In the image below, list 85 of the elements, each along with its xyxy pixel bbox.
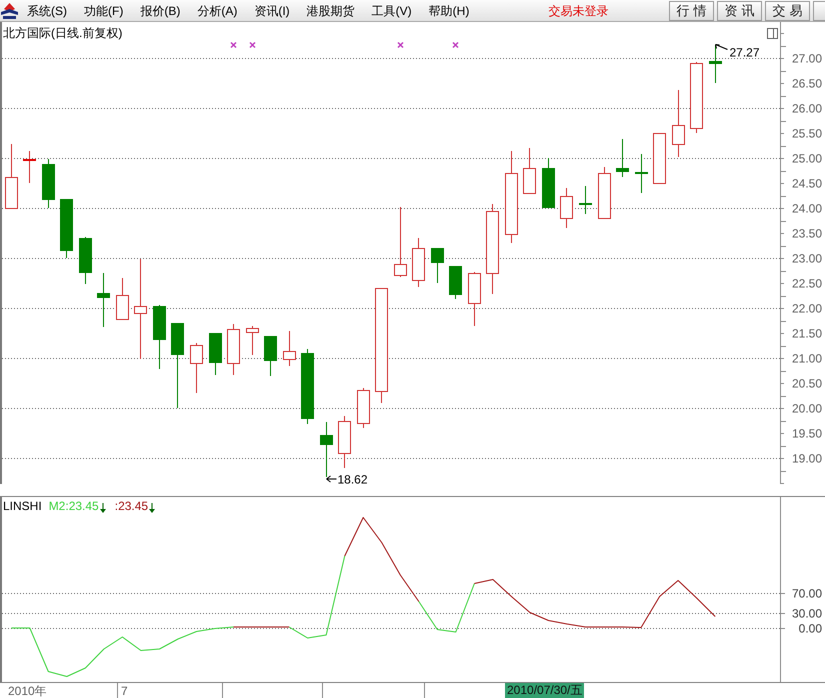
candlestick (523, 148, 536, 194)
candlestick (357, 388, 370, 428)
menu-item[interactable]: 工具(V) (372, 4, 412, 18)
toolbar-button[interactable]: 行 情 (669, 0, 714, 20)
candlestick (23, 150, 36, 184)
axis-label: 70.00 (792, 586, 822, 600)
candlestick (653, 132, 666, 184)
trade-status: 交易未登录 (548, 4, 608, 18)
axis-label: 30.00 (792, 606, 822, 620)
time-label: 2010年 (8, 684, 47, 698)
candlestick (209, 332, 222, 376)
candlestick (635, 154, 648, 194)
candlestick (690, 62, 703, 134)
menu-item[interactable]: 系统(S) (27, 4, 67, 18)
toolbar-button[interactable]: 交 易 (765, 0, 810, 20)
candlestick (153, 304, 166, 370)
axis-label: 23.00 (792, 252, 822, 266)
candlestick (560, 188, 573, 228)
arrow-down-icon (100, 502, 106, 512)
axis-label: 26.50 (792, 76, 822, 90)
menu-item[interactable]: 功能(F) (84, 4, 124, 18)
axis-label: 22.50 (792, 276, 822, 290)
candlestick (42, 158, 55, 208)
menu-item[interactable]: 报价(B) (140, 4, 180, 18)
axis-label: 27.00 (792, 52, 822, 66)
axis-label: 26.00 (792, 102, 822, 116)
candlestick (449, 266, 462, 300)
candlestick (598, 166, 611, 219)
candlestick (5, 144, 18, 209)
axis-label: 24.00 (792, 202, 822, 216)
axis-label: 20.50 (792, 376, 822, 390)
x-marker-icon (397, 42, 404, 48)
axis-label: 0.00 (798, 622, 822, 636)
menu-item[interactable]: 帮助(H) (428, 4, 470, 18)
menu-item[interactable]: 资讯(I) (254, 4, 290, 18)
indicator-value: :23.45 (114, 499, 148, 513)
panel-split-icon[interactable] (767, 28, 778, 39)
candlestick (97, 272, 110, 328)
candlestick (60, 198, 73, 258)
pointer-arrow (715, 44, 728, 50)
x-marker-icon (249, 42, 256, 48)
chart-title: 北方国际(日线.前复权) (3, 26, 122, 40)
candlestick (79, 236, 92, 284)
axis-label: 23.50 (792, 226, 822, 240)
candlestick (320, 422, 333, 478)
candlestick (116, 278, 129, 320)
candlestick (283, 330, 296, 366)
app-logo-icon (1, 2, 18, 18)
axis-label: 19.50 (792, 426, 822, 440)
candlestick (227, 324, 240, 376)
x-marker-icon (230, 42, 237, 48)
pointer-arrow (326, 476, 337, 482)
high-price-label: 27.27 (730, 46, 760, 60)
toolbar-button[interactable] (813, 0, 825, 20)
menu-item[interactable]: 分析(A) (197, 4, 238, 18)
candlestick (672, 90, 685, 158)
axis-label: 21.50 (792, 326, 822, 340)
axis-label: 22.00 (792, 302, 822, 316)
candlestick (394, 206, 407, 278)
candlestick (431, 248, 444, 284)
axis-label: 25.50 (792, 126, 822, 140)
axis-label: 21.00 (792, 352, 822, 366)
candlestick (246, 326, 259, 356)
menu-item[interactable]: 港股期货 (306, 4, 355, 18)
indicator-value: M2:23.45 (48, 499, 99, 513)
cursor-date-label: 2010/07/30/五 (505, 683, 584, 698)
arrow-down-icon (149, 502, 156, 512)
candlestick (709, 44, 722, 84)
candlestick (190, 342, 203, 394)
axis-label: 25.00 (792, 152, 822, 166)
candlestick (264, 336, 277, 376)
candlestick (412, 238, 425, 288)
candlestick (616, 138, 629, 178)
candlestick (468, 272, 481, 326)
candlestick (338, 416, 351, 468)
indicator-name: LINSHI (3, 499, 42, 513)
axis-label: 19.00 (792, 452, 822, 466)
axis-label: 20.00 (792, 402, 822, 416)
x-marker-icon (452, 42, 459, 48)
axis-label: 24.50 (792, 176, 822, 190)
candlestick (579, 186, 592, 214)
toolbar-button[interactable]: 资 讯 (717, 0, 762, 20)
time-label: 7 (121, 684, 128, 698)
low-price-label: 18.62 (338, 472, 368, 486)
candlestick (542, 158, 555, 208)
